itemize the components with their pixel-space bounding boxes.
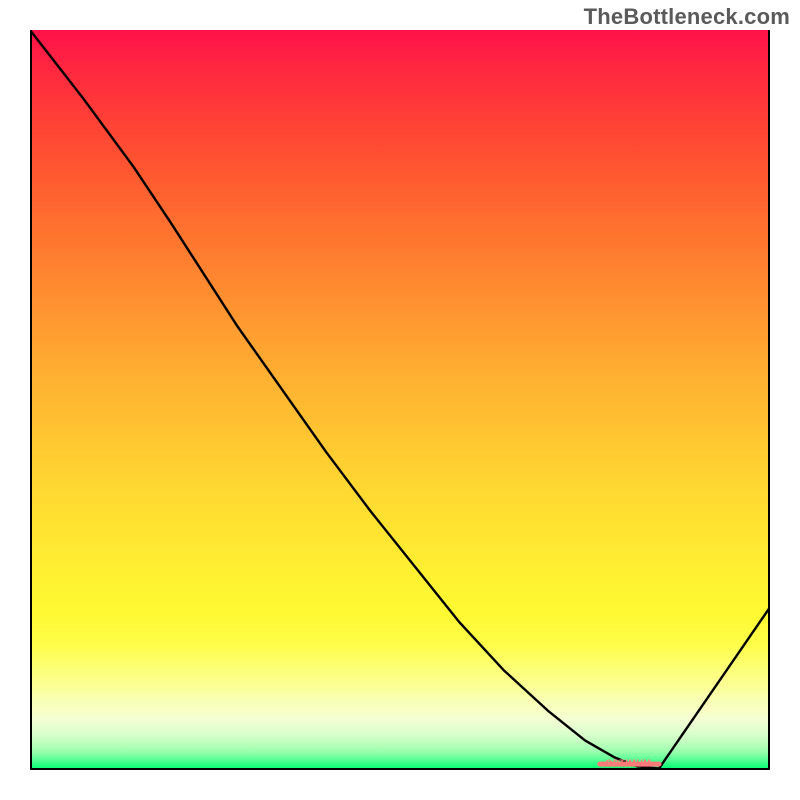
figure-root: TheBottleneck.com OPTIMUM — [0, 0, 800, 800]
bottleneck-curve — [30, 30, 770, 769]
watermark-text: TheBottleneck.com — [584, 4, 790, 30]
chart-svg — [30, 30, 770, 770]
